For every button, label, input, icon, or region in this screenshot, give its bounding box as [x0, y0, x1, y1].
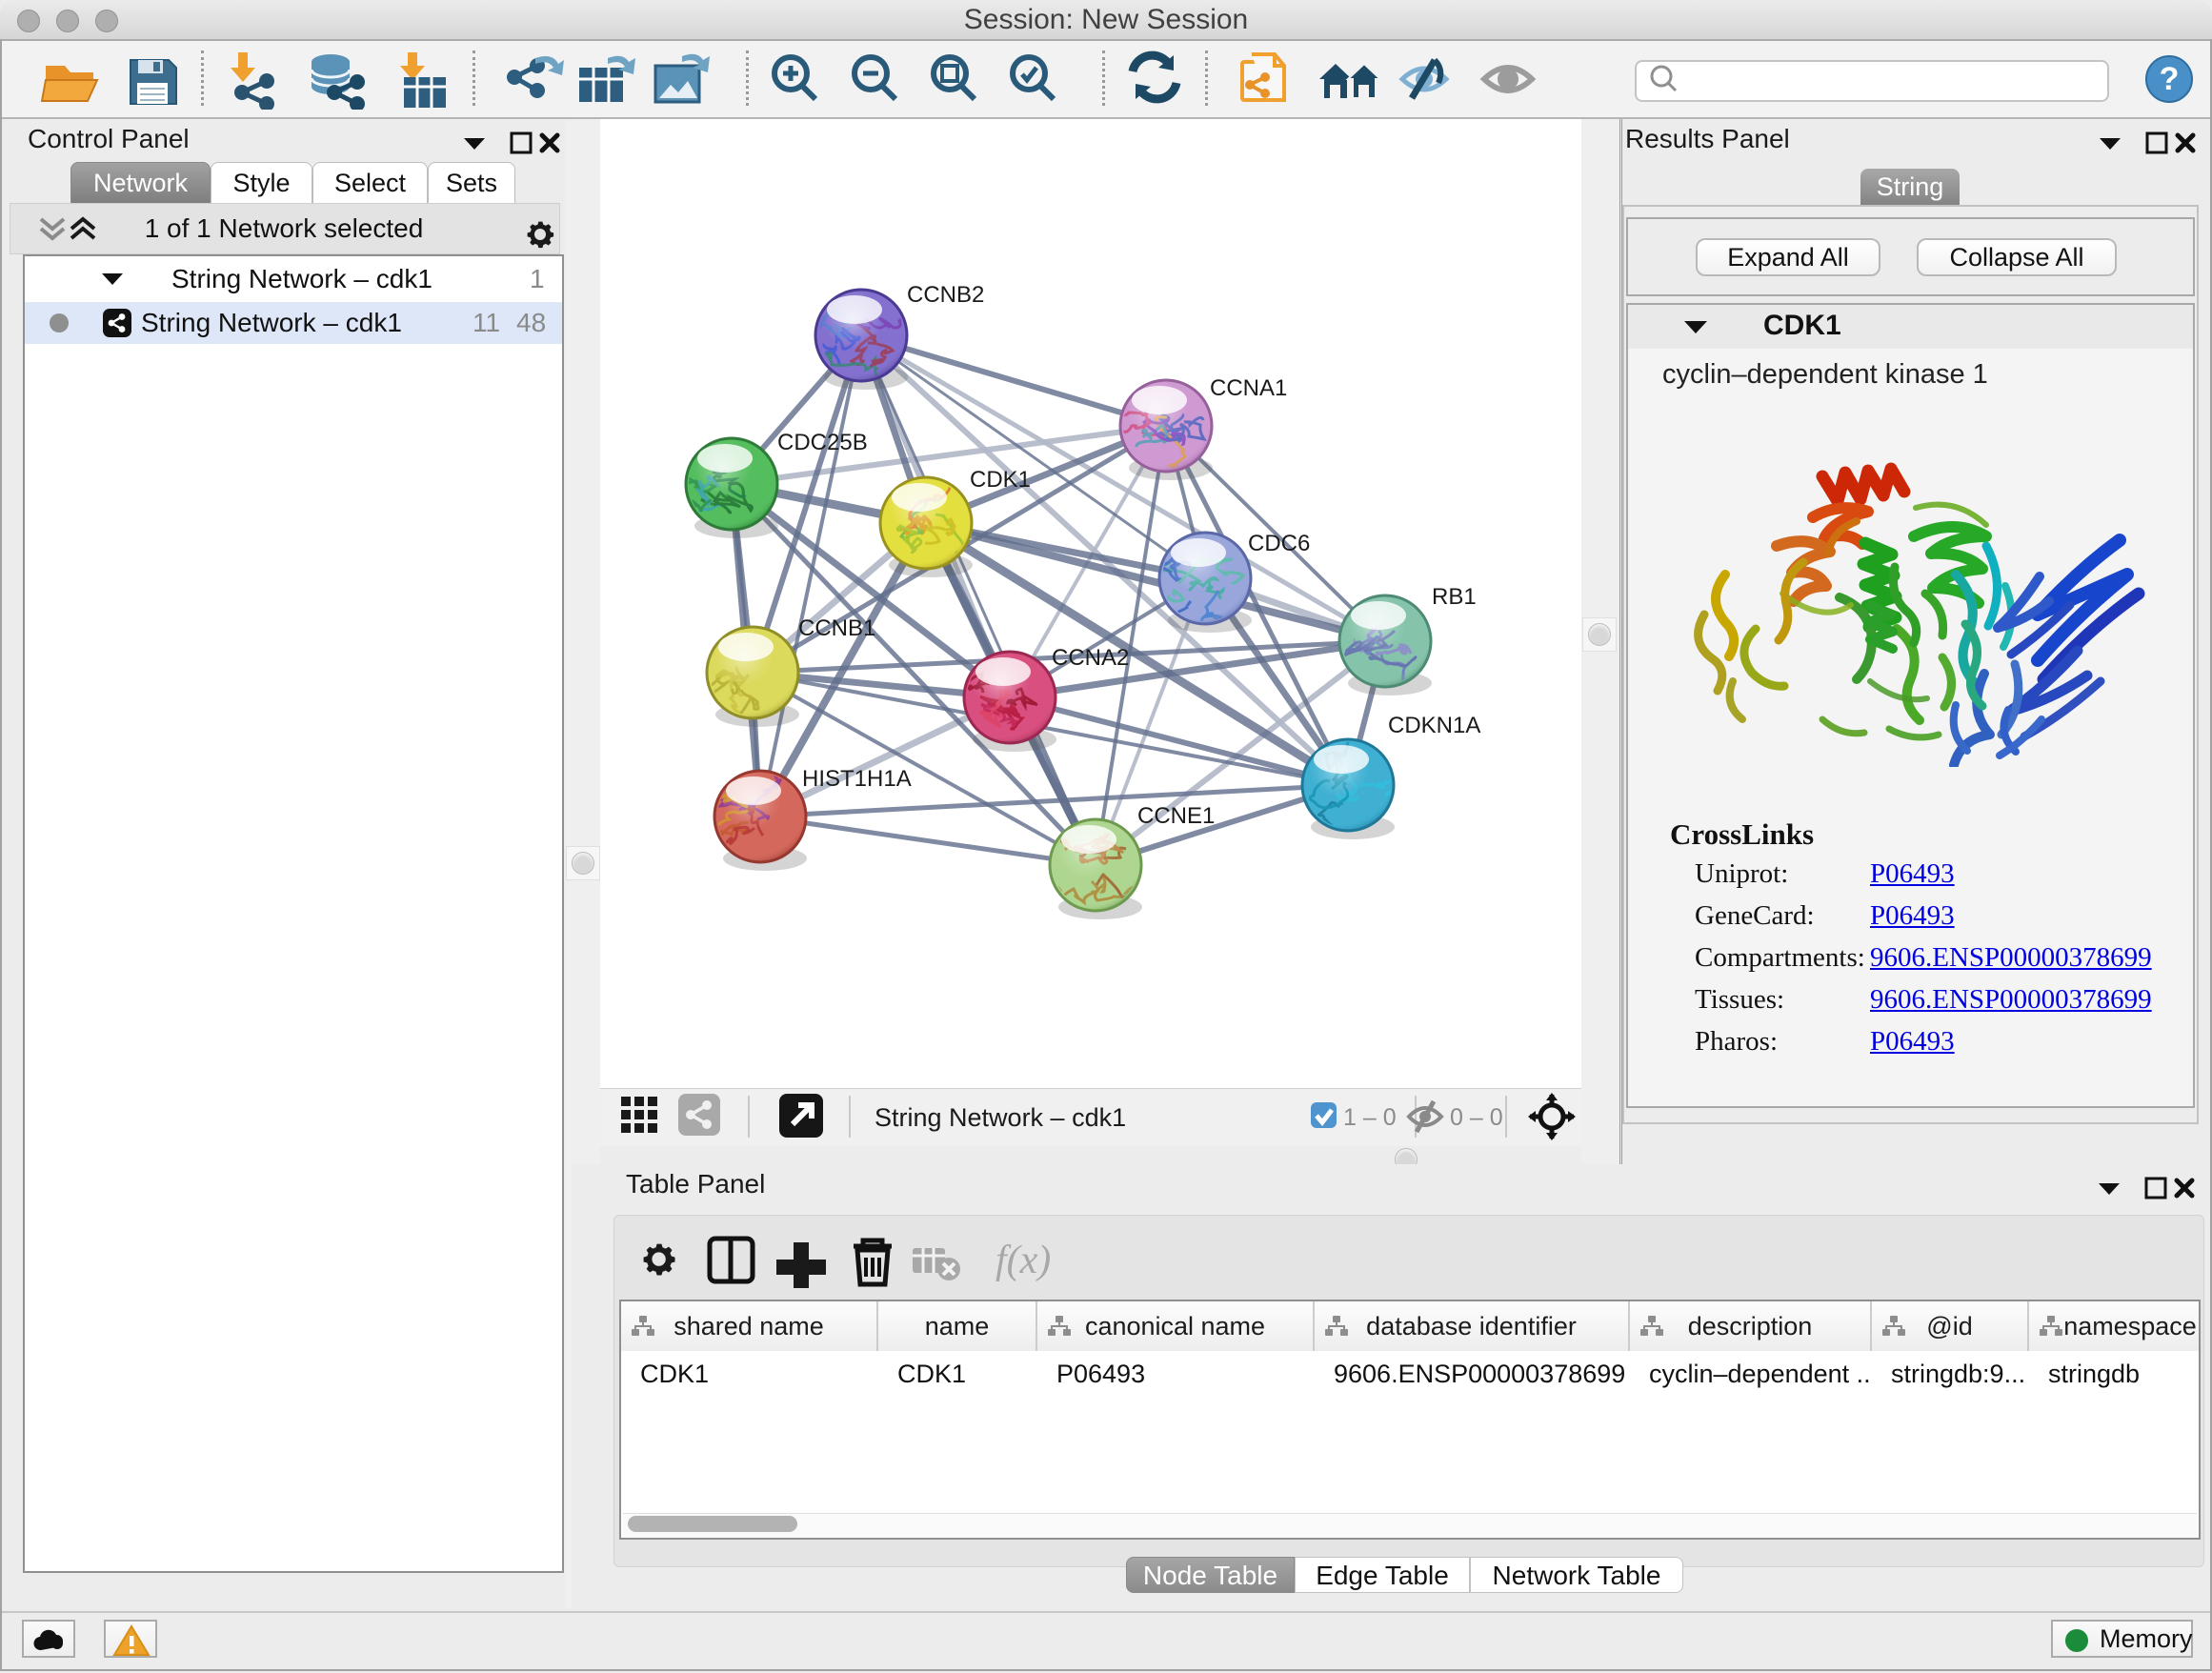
svg-text:CDC6: CDC6 [1248, 531, 1310, 556]
svg-text:String Network – cdk1: String Network – cdk1 [875, 1103, 1126, 1132]
svg-text:CCNB1: CCNB1 [798, 615, 875, 641]
svg-text:CDKN1A: CDKN1A [1388, 713, 1480, 738]
svg-text:f(x): f(x) [995, 1239, 1051, 1282]
svg-text:RB1: RB1 [1432, 584, 1477, 610]
svg-text:CCNB2: CCNB2 [907, 282, 984, 308]
svg-text:HIST1H1A: HIST1H1A [802, 766, 912, 792]
svg-text:CCNA2: CCNA2 [1052, 645, 1129, 671]
svg-text:CDC25B: CDC25B [777, 430, 868, 455]
svg-text:CCNE1: CCNE1 [1137, 803, 1215, 829]
svg-text:CDK1: CDK1 [970, 467, 1031, 493]
svg-text:1 – 0: 1 – 0 [1343, 1104, 1397, 1131]
svg-text:CCNA1: CCNA1 [1210, 375, 1287, 401]
svg-text:0 – 0: 0 – 0 [1450, 1104, 1503, 1131]
